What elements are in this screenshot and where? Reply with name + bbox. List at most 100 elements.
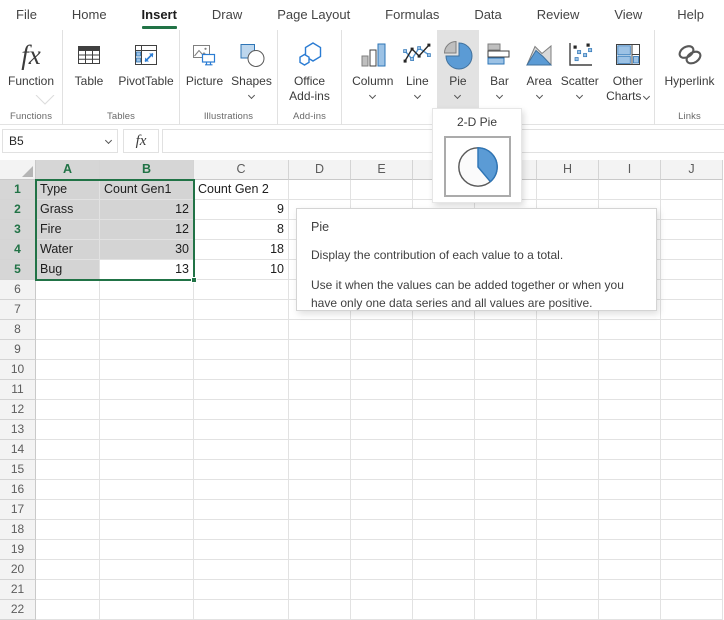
cell-E21[interactable] xyxy=(351,580,413,600)
cell-I15[interactable] xyxy=(599,460,661,480)
cell-D14[interactable] xyxy=(289,440,351,460)
2d-pie-option[interactable] xyxy=(444,136,511,197)
cell-B19[interactable] xyxy=(100,540,194,560)
cell-D20[interactable] xyxy=(289,560,351,580)
pie-chart-button[interactable]: Pie xyxy=(437,30,479,108)
cell-J7[interactable] xyxy=(661,300,723,320)
cell-F17[interactable] xyxy=(413,500,475,520)
other-charts-button[interactable]: Other Charts xyxy=(602,30,654,108)
cell-C21[interactable] xyxy=(194,580,289,600)
cell-H10[interactable] xyxy=(537,360,599,380)
cell-H16[interactable] xyxy=(537,480,599,500)
row-header-20[interactable]: 20 xyxy=(0,560,36,580)
column-header-B[interactable]: B xyxy=(100,160,194,180)
row-header-22[interactable]: 22 xyxy=(0,600,36,620)
cell-G22[interactable] xyxy=(475,600,537,620)
cell-E22[interactable] xyxy=(351,600,413,620)
cell-G8[interactable] xyxy=(475,320,537,340)
row-header-14[interactable]: 14 xyxy=(0,440,36,460)
line-chart-button[interactable]: Line xyxy=(398,30,438,108)
cell-B9[interactable] xyxy=(100,340,194,360)
cell-H21[interactable] xyxy=(537,580,599,600)
cell-C19[interactable] xyxy=(194,540,289,560)
cell-E9[interactable] xyxy=(351,340,413,360)
insert-function-button[interactable]: fx xyxy=(123,129,159,153)
cell-H20[interactable] xyxy=(537,560,599,580)
row-header-4[interactable]: 4 xyxy=(0,240,36,260)
cell-B12[interactable] xyxy=(100,400,194,420)
tab-review[interactable]: Review xyxy=(537,7,580,22)
cell-A16[interactable] xyxy=(36,480,100,500)
cell-C14[interactable] xyxy=(194,440,289,460)
column-header-J[interactable]: J xyxy=(661,160,723,180)
row-header-16[interactable]: 16 xyxy=(0,480,36,500)
cell-B18[interactable] xyxy=(100,520,194,540)
scatter-chart-button[interactable]: Scatter xyxy=(558,30,602,108)
cell-C7[interactable] xyxy=(194,300,289,320)
cell-J10[interactable] xyxy=(661,360,723,380)
cell-J17[interactable] xyxy=(661,500,723,520)
cell-D13[interactable] xyxy=(289,420,351,440)
row-header-11[interactable]: 11 xyxy=(0,380,36,400)
area-chart-button[interactable]: Area xyxy=(520,30,558,108)
cell-F11[interactable] xyxy=(413,380,475,400)
cell-B3[interactable]: 12 xyxy=(100,220,194,240)
row-header-13[interactable]: 13 xyxy=(0,420,36,440)
cell-D21[interactable] xyxy=(289,580,351,600)
cell-E15[interactable] xyxy=(351,460,413,480)
row-header-21[interactable]: 21 xyxy=(0,580,36,600)
cell-J12[interactable] xyxy=(661,400,723,420)
cell-E14[interactable] xyxy=(351,440,413,460)
select-all-corner[interactable] xyxy=(0,160,36,180)
cell-F22[interactable] xyxy=(413,600,475,620)
tab-draw[interactable]: Draw xyxy=(212,7,242,22)
cell-I13[interactable] xyxy=(599,420,661,440)
cell-A17[interactable] xyxy=(36,500,100,520)
cell-E19[interactable] xyxy=(351,540,413,560)
cell-A18[interactable] xyxy=(36,520,100,540)
cell-B20[interactable] xyxy=(100,560,194,580)
row-header-2[interactable]: 2 xyxy=(0,200,36,220)
cell-G10[interactable] xyxy=(475,360,537,380)
cell-F16[interactable] xyxy=(413,480,475,500)
column-header-E[interactable]: E xyxy=(351,160,413,180)
row-header-5[interactable]: 5 xyxy=(0,260,36,280)
cell-H13[interactable] xyxy=(537,420,599,440)
row-header-17[interactable]: 17 xyxy=(0,500,36,520)
row-header-3[interactable]: 3 xyxy=(0,220,36,240)
cell-H9[interactable] xyxy=(537,340,599,360)
cell-I1[interactable] xyxy=(599,180,661,200)
cell-E20[interactable] xyxy=(351,560,413,580)
cell-B22[interactable] xyxy=(100,600,194,620)
cell-J22[interactable] xyxy=(661,600,723,620)
cell-G18[interactable] xyxy=(475,520,537,540)
row-header-10[interactable]: 10 xyxy=(0,360,36,380)
cell-F10[interactable] xyxy=(413,360,475,380)
cell-I11[interactable] xyxy=(599,380,661,400)
tab-page-layout[interactable]: Page Layout xyxy=(277,7,350,22)
tab-formulas[interactable]: Formulas xyxy=(385,7,439,22)
cell-C8[interactable] xyxy=(194,320,289,340)
cell-B2[interactable]: 12 xyxy=(100,200,194,220)
cell-F21[interactable] xyxy=(413,580,475,600)
cell-G20[interactable] xyxy=(475,560,537,580)
cell-H22[interactable] xyxy=(537,600,599,620)
cell-J19[interactable] xyxy=(661,540,723,560)
cell-J3[interactable] xyxy=(661,220,723,240)
cell-C13[interactable] xyxy=(194,420,289,440)
cell-H18[interactable] xyxy=(537,520,599,540)
cell-D19[interactable] xyxy=(289,540,351,560)
cell-B11[interactable] xyxy=(100,380,194,400)
tab-data[interactable]: Data xyxy=(474,7,501,22)
cell-D18[interactable] xyxy=(289,520,351,540)
cell-I14[interactable] xyxy=(599,440,661,460)
cell-C2[interactable]: 9 xyxy=(194,200,289,220)
cell-I12[interactable] xyxy=(599,400,661,420)
cell-C10[interactable] xyxy=(194,360,289,380)
tab-home[interactable]: Home xyxy=(72,7,107,22)
cell-I22[interactable] xyxy=(599,600,661,620)
column-header-A[interactable]: A xyxy=(36,160,100,180)
cell-A1[interactable]: Type xyxy=(36,180,100,200)
cell-B16[interactable] xyxy=(100,480,194,500)
cell-C15[interactable] xyxy=(194,460,289,480)
